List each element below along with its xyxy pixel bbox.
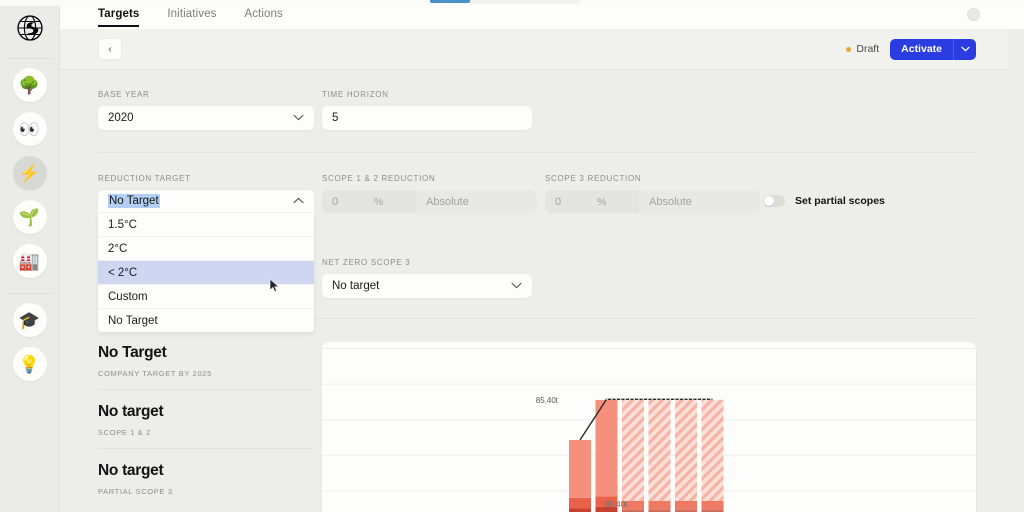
net-zero-scope3-select[interactable]: No target <box>322 274 532 298</box>
scope12-unit-label: % <box>374 190 416 213</box>
emissions-chart: 85.40t <box>322 348 976 512</box>
scope12-reduction-input-group: 0 % Absolute <box>322 190 537 213</box>
scope3-value-input[interactable]: 0 <box>545 190 597 213</box>
time-horizon-value: 5 <box>332 112 339 124</box>
back-button[interactable]: ‹ <box>98 38 122 60</box>
summary-label: COMPANY TARGET BY 2025 <box>98 369 212 378</box>
status-dot-icon <box>846 46 852 52</box>
partial-scopes-toggle-label: Set partial scopes <box>795 195 885 207</box>
toggle-knob <box>764 196 774 206</box>
reduction-target-option-list: 1.5°C 2°C < 2°C Custom No Target <box>98 212 314 332</box>
reduction-target-value: No Target <box>108 194 160 208</box>
partial-scopes-toggle-row: Set partial scopes <box>763 195 885 207</box>
rail-divider-top <box>6 58 53 59</box>
rail-divider-bottom <box>6 293 53 294</box>
page-subheader: ‹ Draft Activate <box>60 29 1008 69</box>
activate-button-group: Activate <box>890 38 976 60</box>
base-year-label: BASE YEAR <box>98 90 150 99</box>
chevron-down-icon <box>511 281 522 291</box>
emissions-chart-card: 85.40t <box>322 342 976 512</box>
summary-label: PARTIAL SCOPE 3 <box>98 487 173 496</box>
summary-divider <box>98 448 314 449</box>
status-badge: Draft <box>846 43 879 55</box>
rail-item-seedling[interactable]: 🌱 <box>12 200 47 234</box>
rail-item-ideas[interactable]: 💡 <box>12 347 47 381</box>
rail-item-learning[interactable]: 🎓 <box>12 303 47 337</box>
scope3-reduction-input-group: 0 % Absolute <box>545 190 760 213</box>
left-rail: 🌳 👀 ⚡ 🌱 🏭 🎓 💡 <box>0 0 60 512</box>
tab-initiatives-label: Initiatives <box>167 8 217 20</box>
summary-value: No Target <box>98 344 167 361</box>
reduction-target-option-custom[interactable]: Custom <box>98 284 314 308</box>
reduction-target-select[interactable]: No Target <box>98 190 314 212</box>
summary-value: No target <box>98 462 164 479</box>
graduation-cap-icon: 🎓 <box>18 310 41 330</box>
summary-column: No Target COMPANY TARGET BY 2025 No targ… <box>98 342 314 496</box>
base-year-select[interactable]: 2020 <box>98 106 314 130</box>
scope12-mode-select[interactable]: Absolute <box>416 190 537 213</box>
lightbulb-icon: 💡 <box>18 354 41 374</box>
summary-value: No target <box>98 403 164 420</box>
net-zero-scope3-label: NET ZERO SCOPE 3 <box>322 258 411 267</box>
eyes-icon: 👀 <box>18 119 41 139</box>
scope12-reduction-field: SCOPE 1 & 2 REDUCTION 0 % Absolute <box>322 174 537 213</box>
activate-button[interactable]: Activate <box>890 38 953 60</box>
base-year-field: BASE YEAR 2020 <box>98 90 314 130</box>
chevron-up-icon <box>293 196 304 206</box>
scope12-reduction-label: SCOPE 1 & 2 REDUCTION <box>322 174 436 183</box>
scope3-reduction-label: SCOPE 3 REDUCTION <box>545 174 642 183</box>
reduction-target-field: REDUCTION TARGET No Target 1.5°C 2°C < 2… <box>98 174 314 332</box>
avatar[interactable] <box>967 8 980 21</box>
reduction-target-option-no-target[interactable]: No Target <box>98 308 314 332</box>
time-horizon-input[interactable]: 5 <box>322 106 532 130</box>
browser-chrome-sliver <box>0 0 1024 6</box>
browser-tab-active <box>430 0 470 3</box>
reduction-target-option-2c[interactable]: 2°C <box>98 236 314 260</box>
base-year-value: 2020 <box>108 112 134 124</box>
chevron-down-icon <box>293 113 304 123</box>
section-divider-2 <box>310 318 976 319</box>
chevron-left-icon: ‹ <box>108 43 112 55</box>
rail-item-tree[interactable]: 🌳 <box>12 68 47 102</box>
summary-item-company-target: No Target COMPANY TARGET BY 2025 <box>98 342 314 390</box>
globe-logo-icon[interactable] <box>10 8 50 48</box>
tab-actions-label: Actions <box>244 8 283 20</box>
summary-item-scope-1-2: No target SCOPE 1 & 2 <box>98 401 314 449</box>
svg-text:85.40t: 85.40t <box>536 396 559 405</box>
seedling-icon: 🌱 <box>18 207 41 227</box>
subheader-divider <box>60 69 1008 70</box>
tab-targets-label: Targets <box>98 8 140 20</box>
scope3-mode-select[interactable]: Absolute <box>639 190 760 213</box>
status-label: Draft <box>856 43 880 55</box>
chart-bottom-annotation: 85.40t <box>605 500 628 509</box>
lightning-icon: ⚡ <box>18 163 41 183</box>
reduction-target-option-lt-2c[interactable]: < 2°C <box>98 260 314 284</box>
scope3-unit-label: % <box>597 190 639 213</box>
summary-label: SCOPE 1 & 2 <box>98 428 152 437</box>
time-horizon-label: TIME HORIZON <box>322 90 389 99</box>
partial-scopes-toggle[interactable] <box>763 195 785 207</box>
time-horizon-field: TIME HORIZON 5 <box>322 90 532 130</box>
browser-tab-inactive <box>470 0 580 4</box>
factory-icon: 🏭 <box>18 251 41 271</box>
reduction-target-label: REDUCTION TARGET <box>98 174 191 183</box>
scope12-value-input[interactable]: 0 <box>322 190 374 213</box>
summary-divider <box>98 389 314 390</box>
tree-icon: 🌳 <box>18 75 41 95</box>
net-zero-scope3-value: No target <box>332 280 380 292</box>
activate-dropdown-toggle[interactable] <box>953 38 976 60</box>
rail-item-factory[interactable]: 🏭 <box>12 244 47 278</box>
scope3-reduction-field: SCOPE 3 REDUCTION 0 % Absolute <box>545 174 760 213</box>
subheader-actions: Draft Activate <box>846 38 976 60</box>
net-zero-scope3-field: NET ZERO SCOPE 3 No target <box>322 258 532 298</box>
rail-item-eyes[interactable]: 👀 <box>12 112 47 146</box>
main-content: BASE YEAR 2020 TIME HORIZON 5 REDUCTION … <box>60 70 1008 512</box>
reduction-target-option-1-5c[interactable]: 1.5°C <box>98 212 314 236</box>
summary-item-partial-scope-3: No target PARTIAL SCOPE 3 <box>98 460 314 496</box>
section-divider-1 <box>98 152 976 153</box>
rail-item-lightning[interactable]: ⚡ <box>12 156 47 190</box>
